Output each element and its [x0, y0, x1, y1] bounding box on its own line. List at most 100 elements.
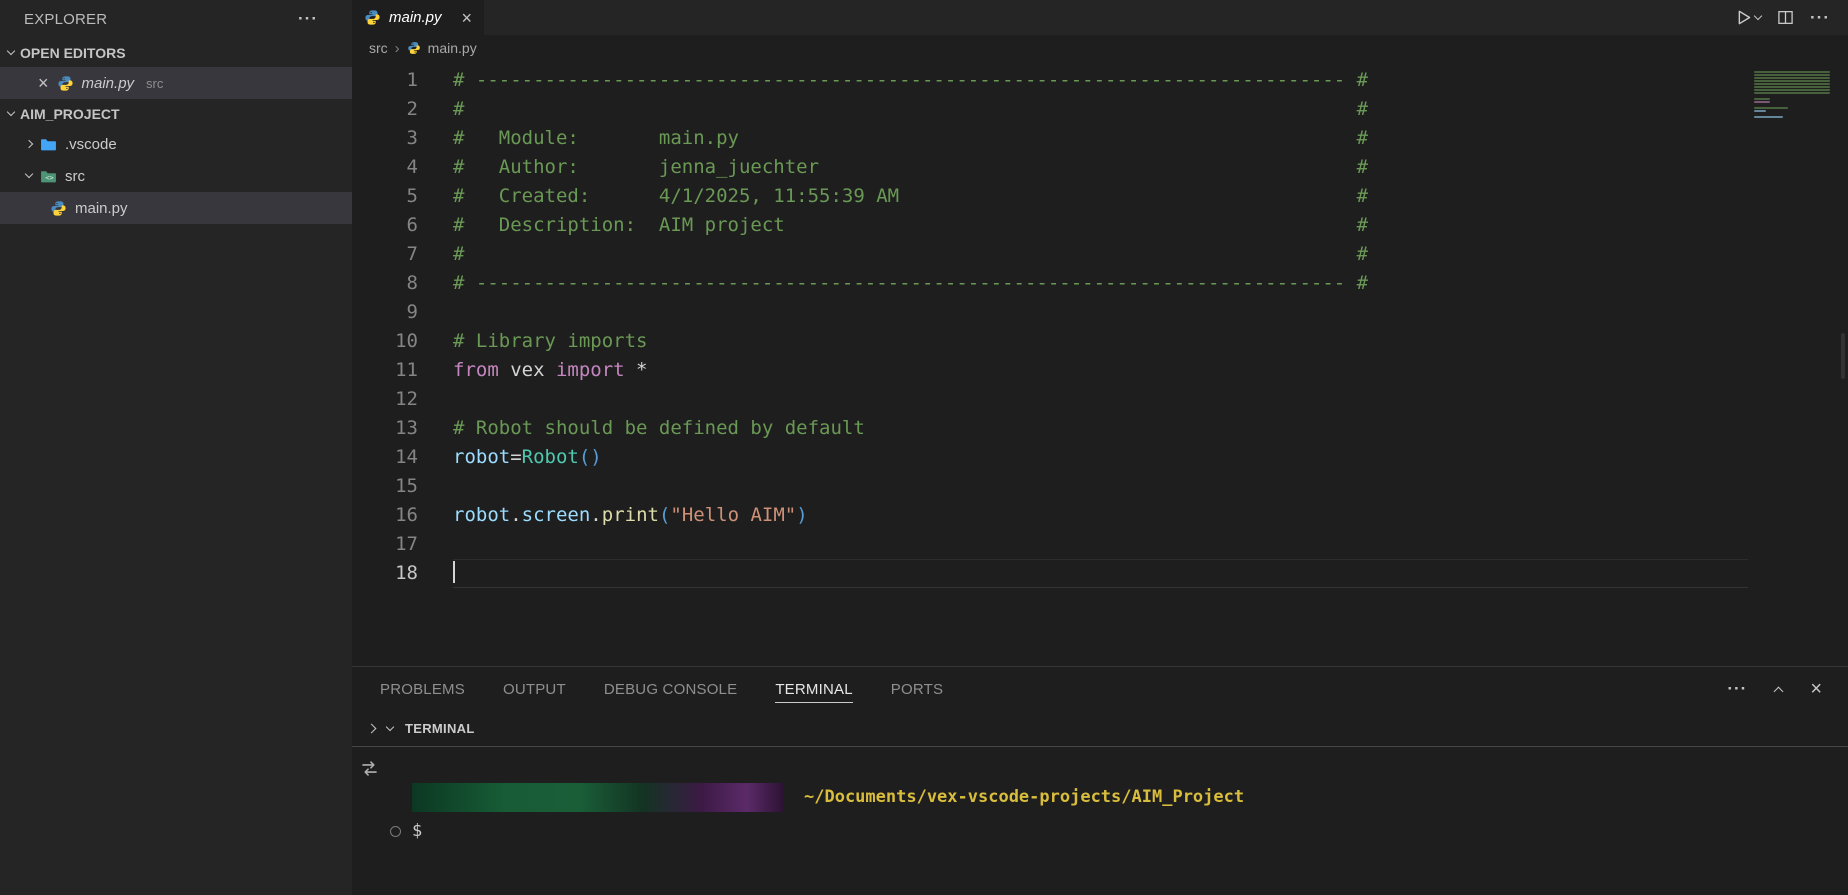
- panel-tab-debug-console[interactable]: DEBUG CONSOLE: [604, 676, 737, 703]
- line-number: 9: [352, 298, 418, 327]
- tab-label: main.py: [389, 9, 442, 26]
- line-number: 16: [352, 501, 418, 530]
- more-actions-icon[interactable]: ···: [298, 9, 318, 29]
- panel-actions: ··· ×: [1727, 667, 1822, 711]
- scrollbar-decoration[interactable]: [1841, 333, 1845, 379]
- line-number: 17: [352, 530, 418, 559]
- tree-item-vscode[interactable]: .vscode: [0, 128, 352, 160]
- panel-tab-terminal[interactable]: TERMINAL: [775, 676, 852, 703]
- code-line-6[interactable]: 6# Description: AIM project #: [352, 211, 1848, 240]
- line-number: 1: [352, 66, 418, 95]
- tree-item-label: main.py: [75, 200, 128, 217]
- code-line-10[interactable]: 10# Library imports: [352, 327, 1848, 356]
- chevron-up-icon[interactable]: [1774, 687, 1784, 697]
- minimap[interactable]: [1754, 71, 1834, 124]
- code-text: # #: [453, 95, 1748, 124]
- command-decoration-circle[interactable]: [390, 826, 401, 837]
- close-icon[interactable]: ×: [38, 74, 49, 92]
- code-line-16[interactable]: 16robot.screen.print("Hello AIM"): [352, 501, 1848, 530]
- python-icon: [57, 75, 74, 92]
- code-text: # --------------------------------------…: [453, 269, 1748, 298]
- minimap-line: [1754, 77, 1830, 79]
- open-editor-filename: main.py: [82, 75, 135, 92]
- chevron-down-icon: [386, 722, 394, 730]
- minimap-line: [1754, 74, 1830, 76]
- bottom-panel: PROBLEMS OUTPUT DEBUG CONSOLE TERMINAL P…: [352, 666, 1848, 895]
- code-line-7[interactable]: 7 # #: [352, 240, 1848, 269]
- code-lines: 1 # -------------------------------------…: [352, 66, 1848, 588]
- code-line-3[interactable]: 3# Module: main.py #: [352, 124, 1848, 153]
- python-icon: [364, 9, 381, 26]
- panel-tab-ports[interactable]: PORTS: [891, 676, 943, 703]
- code-line-1[interactable]: 1# -------------------------------------…: [352, 66, 1848, 95]
- project-section: AIM_PROJECT .vscode <> src: [0, 99, 352, 224]
- close-icon[interactable]: ×: [462, 9, 473, 27]
- line-number: 5: [352, 182, 418, 211]
- code-line-14[interactable]: 14robot=Robot(): [352, 443, 1848, 472]
- open-editor-item[interactable]: × main.py src: [0, 67, 352, 99]
- code-line-11[interactable]: 11from vex import *: [352, 356, 1848, 385]
- swap-arrows-icon[interactable]: [360, 759, 379, 778]
- code-text: [453, 530, 1748, 559]
- line-number: 12: [352, 385, 418, 414]
- code-line-15[interactable]: 15: [352, 472, 1848, 501]
- breadcrumb-file[interactable]: main.py: [428, 40, 477, 56]
- breadcrumb-folder[interactable]: src: [369, 40, 388, 56]
- terminal-section-label: TERMINAL: [405, 721, 475, 736]
- code-text: # Created: 4/1/2025, 11:55:39 AM #: [453, 182, 1748, 211]
- code-line-13[interactable]: 13# Robot should be defined by default: [352, 414, 1848, 443]
- minimap-line: [1754, 98, 1770, 100]
- split-editor-button[interactable]: [1777, 9, 1794, 26]
- code-line-5[interactable]: 5 # Created: 4/1/2025, 11:55:39 AM #: [352, 182, 1848, 211]
- code-text: # #: [453, 240, 1748, 269]
- svg-text:<>: <>: [45, 174, 53, 182]
- editor-group: main.py × ··· src ›: [352, 0, 1848, 895]
- text-cursor: [453, 561, 455, 583]
- code-editor[interactable]: 1 # -------------------------------------…: [352, 61, 1848, 666]
- code-line-18[interactable]: 18: [352, 559, 1848, 588]
- vscode-window: EXPLORER ··· OPEN EDITORS × main.py src …: [0, 0, 1848, 895]
- run-button[interactable]: [1734, 8, 1761, 27]
- terminal-section-header[interactable]: TERMINAL: [352, 711, 1848, 747]
- project-section-header[interactable]: AIM_PROJECT: [0, 99, 352, 128]
- folder-icon: [40, 136, 57, 153]
- code-text: # Author: jenna_juechter #: [453, 153, 1748, 182]
- terminal-prompt-line[interactable]: $: [412, 817, 1244, 846]
- code-line-12[interactable]: 12: [352, 385, 1848, 414]
- chevron-right-icon[interactable]: [367, 724, 377, 734]
- terminal[interactable]: ~/Documents/vex-vscode-projects/AIM_Proj…: [352, 747, 1848, 895]
- chevron-down-icon: [7, 46, 15, 54]
- terminal-gutter: [352, 747, 412, 895]
- minimap-line: [1754, 89, 1830, 91]
- panel-tab-output[interactable]: OUTPUT: [503, 676, 566, 703]
- code-text: [453, 559, 1748, 588]
- src-folder-icon: <>: [40, 168, 57, 185]
- code-line-2[interactable]: 2# #: [352, 95, 1848, 124]
- open-editors-section-header[interactable]: OPEN EDITORS: [0, 38, 352, 67]
- minimap-line: [1754, 86, 1830, 88]
- explorer-title: EXPLORER: [24, 11, 107, 28]
- project-name-label: AIM_PROJECT: [20, 106, 120, 122]
- chevron-right-icon: [25, 140, 33, 148]
- code-text: # Description: AIM project #: [453, 211, 1748, 240]
- more-actions-icon[interactable]: ···: [1810, 8, 1830, 28]
- line-number: 13: [352, 414, 418, 443]
- code-text: from vex import *: [453, 356, 1748, 385]
- minimap-line: [1754, 83, 1830, 85]
- code-line-4[interactable]: 4# Author: jenna_juechter #: [352, 153, 1848, 182]
- line-number: 7: [352, 240, 418, 269]
- code-line-17[interactable]: 17: [352, 530, 1848, 559]
- split-editor-icon: [1777, 9, 1794, 26]
- prompt-gradient-bar: [412, 783, 784, 812]
- tab-main-py[interactable]: main.py ×: [352, 0, 484, 35]
- code-line-9[interactable]: 9: [352, 298, 1848, 327]
- python-icon: [50, 200, 67, 217]
- tree-item-main-py[interactable]: main.py: [0, 192, 352, 224]
- close-panel-icon[interactable]: ×: [1810, 679, 1822, 699]
- panel-tab-problems[interactable]: PROBLEMS: [380, 676, 465, 703]
- line-number: 14: [352, 443, 418, 472]
- more-actions-icon[interactable]: ···: [1727, 679, 1747, 699]
- terminal-prompt-banner: ~/Documents/vex-vscode-projects/AIM_Proj…: [412, 783, 1244, 812]
- tree-item-src[interactable]: <> src: [0, 160, 352, 192]
- code-line-8[interactable]: 8# -------------------------------------…: [352, 269, 1848, 298]
